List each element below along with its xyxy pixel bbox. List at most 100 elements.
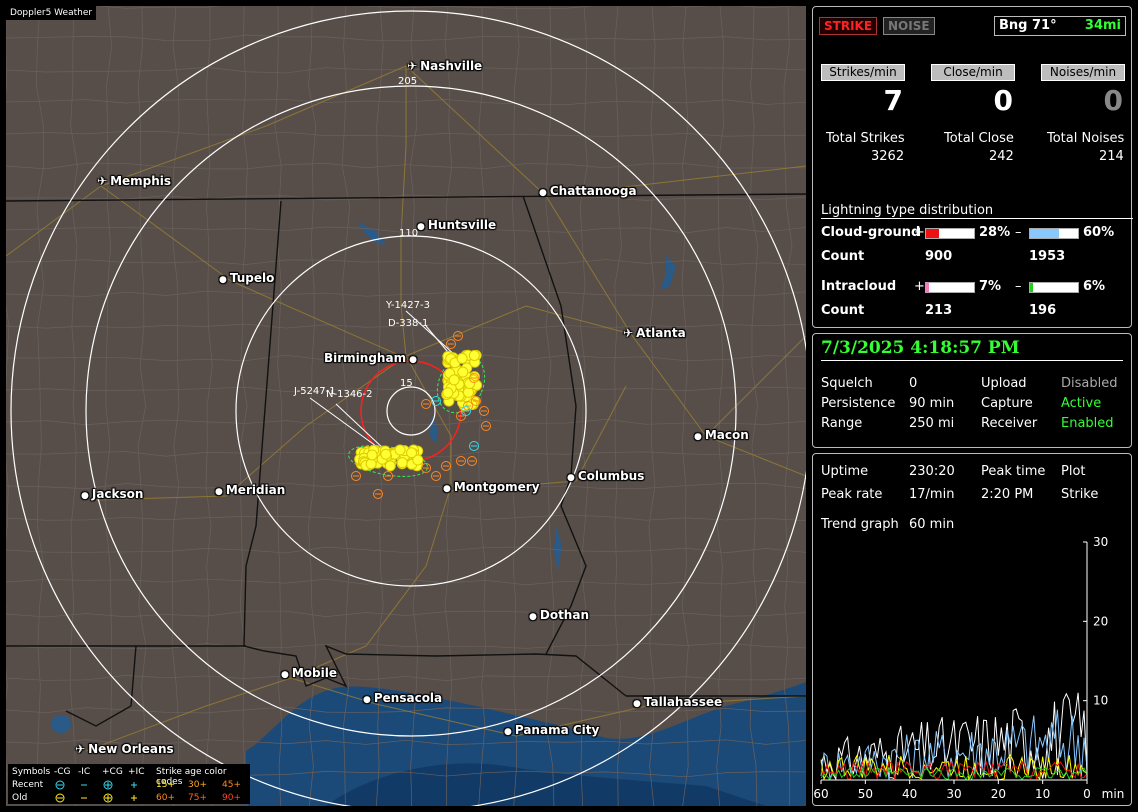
city-dot-icon: ● (363, 695, 371, 705)
distance-value: 34mi (1084, 18, 1121, 33)
city-dot-icon: ● (504, 727, 512, 737)
city-label: Huntsville (427, 218, 497, 232)
city-dothan: ● Dothan (529, 608, 589, 622)
city-jackson: ● Jackson (81, 487, 143, 501)
ic-negative-bar (1029, 282, 1079, 293)
peak-time-value: 2:20 PM (981, 487, 1034, 502)
lake (660, 256, 676, 290)
map-canvas: 205 110 15 Y-1427-3 D-338-1 J-5247-1 N-1… (6, 6, 806, 806)
city-label: Dothan (539, 608, 589, 622)
lake (554, 526, 562, 571)
map-legend: Symbols -CG -IC +CG +IC Strike age color… (8, 764, 250, 804)
airport-icon: ✈ (623, 326, 634, 340)
total-strikes-value: 3262 (871, 149, 905, 164)
strike-marker (442, 387, 454, 399)
trend-y-tick-label: 10 (1093, 694, 1108, 708)
legend-age-45: 45+ (222, 780, 241, 790)
ring-label-205: 205 (398, 76, 417, 87)
cg-plus-sign: + (914, 225, 925, 240)
total-strikes-label: Total Strikes (826, 131, 905, 146)
city-label: Tupelo (229, 271, 275, 285)
noises-per-min-header: Noises/min (1041, 64, 1125, 81)
capture-label: Capture (981, 396, 1033, 411)
city-tupelo: ● Tupelo (219, 271, 274, 285)
receiver-label: Receiver (981, 416, 1038, 431)
city-label: Nashville (420, 59, 483, 73)
radar-map[interactable]: 205 110 15 Y-1427-3 D-338-1 J-5247-1 N-1… (6, 6, 806, 806)
status-panel: 7/3/2025 4:18:57 PM Squelch 0 Upload Dis… (812, 333, 1132, 448)
trend-x-tick-label: 20 (991, 787, 1006, 801)
city-tallahassee: ● Tallahassee (633, 695, 722, 709)
uptime-label: Uptime (821, 464, 869, 479)
cg-count-label: Count (821, 249, 865, 264)
city-memphis: ✈ Memphis (97, 174, 171, 188)
lake (51, 715, 71, 733)
trend-x-unit: min (1102, 787, 1125, 801)
cg-minus-sign: – (1015, 225, 1022, 240)
strike-marker (457, 366, 469, 378)
strike-marker (448, 374, 460, 386)
city-dot-icon: ● (409, 355, 417, 365)
receiver-value: Enabled (1061, 416, 1114, 431)
trend-x-tick-label: 50 (858, 787, 873, 801)
lake (430, 416, 438, 444)
city-label: Montgomery (453, 480, 540, 494)
city-dot-icon: ● (443, 484, 451, 494)
city-label: Macon (704, 428, 749, 442)
cg-negative-pct: 60% (1083, 225, 1115, 240)
upload-value: Disabled (1061, 376, 1118, 391)
legend-col-pos-cg: +CG (102, 767, 123, 777)
datetime: 7/3/2025 4:18:57 PM (821, 338, 1020, 358)
cg-positive-pct: 28% (979, 225, 1011, 240)
city-dot-icon: ● (694, 432, 702, 442)
ic-negative-pct: 6% (1083, 279, 1106, 294)
city-panama-city: ● Panama City (504, 723, 599, 737)
city-dot-icon: ● (81, 491, 89, 501)
trend-y-tick-label: 30 (1093, 535, 1108, 549)
legend-col-neg-ic: -IC (78, 767, 91, 777)
plot-value[interactable]: Strike (1061, 487, 1098, 502)
app-title: Doppler5 Weather (6, 6, 97, 20)
ring-label-15: 15 (400, 378, 413, 389)
city-dot-icon: ● (417, 222, 425, 232)
ic-plus-sign: + (914, 279, 925, 294)
city-nashville: ✈ Nashville (407, 59, 482, 73)
trend-chart: 60 50 40 30 20 10 0 min 30 20 10 (813, 535, 1125, 801)
legend-age-60: 60+ (156, 793, 175, 803)
city-label: Mobile (291, 666, 337, 680)
city-dot-icon: ● (219, 275, 227, 285)
cg-positive-bar (925, 228, 975, 239)
ring-label-110: 110 (399, 228, 418, 239)
airport-icon: ✈ (97, 174, 108, 188)
cg-negative-bar (1029, 228, 1079, 239)
city-label: Meridian (225, 483, 286, 497)
legend-col-pos-ic: +IC (128, 767, 145, 777)
bearing-value: Bng 71° (999, 18, 1057, 33)
distribution-title: Lightning type distribution (821, 203, 1134, 219)
intracloud-label: Intracloud (821, 279, 897, 294)
noise-tab[interactable]: NOISE (883, 17, 935, 35)
ic-negative-count: 196 (1029, 303, 1057, 318)
strike-tab[interactable]: STRIKE (819, 17, 878, 35)
city-columbus: ● Columbus (567, 469, 644, 483)
legend-age-90: 90+ (222, 793, 241, 803)
cg-positive-count: 900 (925, 249, 953, 264)
uptime-value: 230:20 (909, 464, 955, 479)
strike-marker (394, 444, 406, 456)
persistence-label: Persistence (821, 396, 896, 411)
legend-recent-label: Recent (12, 780, 44, 790)
strike-marker (384, 460, 396, 472)
cloud-ground-label: Cloud-ground (821, 225, 921, 240)
storm-label-n: N-1346-2 (326, 389, 373, 400)
total-noises-label: Total Noises (1047, 131, 1125, 146)
total-noises-value: 214 (1099, 149, 1124, 164)
trend-x-tick-label: 0 (1083, 787, 1091, 801)
city-huntsville: ● Huntsville (417, 218, 496, 232)
legend-age-30: 30+ (188, 780, 207, 790)
strike-marker (468, 349, 480, 361)
squelch-value: 0 (909, 376, 918, 391)
city-birmingham: Birmingham ● (324, 351, 417, 365)
trend-graph-label: Trend graph (821, 517, 899, 532)
ic-positive-pct: 7% (979, 279, 1002, 294)
strikes-per-min-header: Strikes/min (821, 64, 905, 81)
